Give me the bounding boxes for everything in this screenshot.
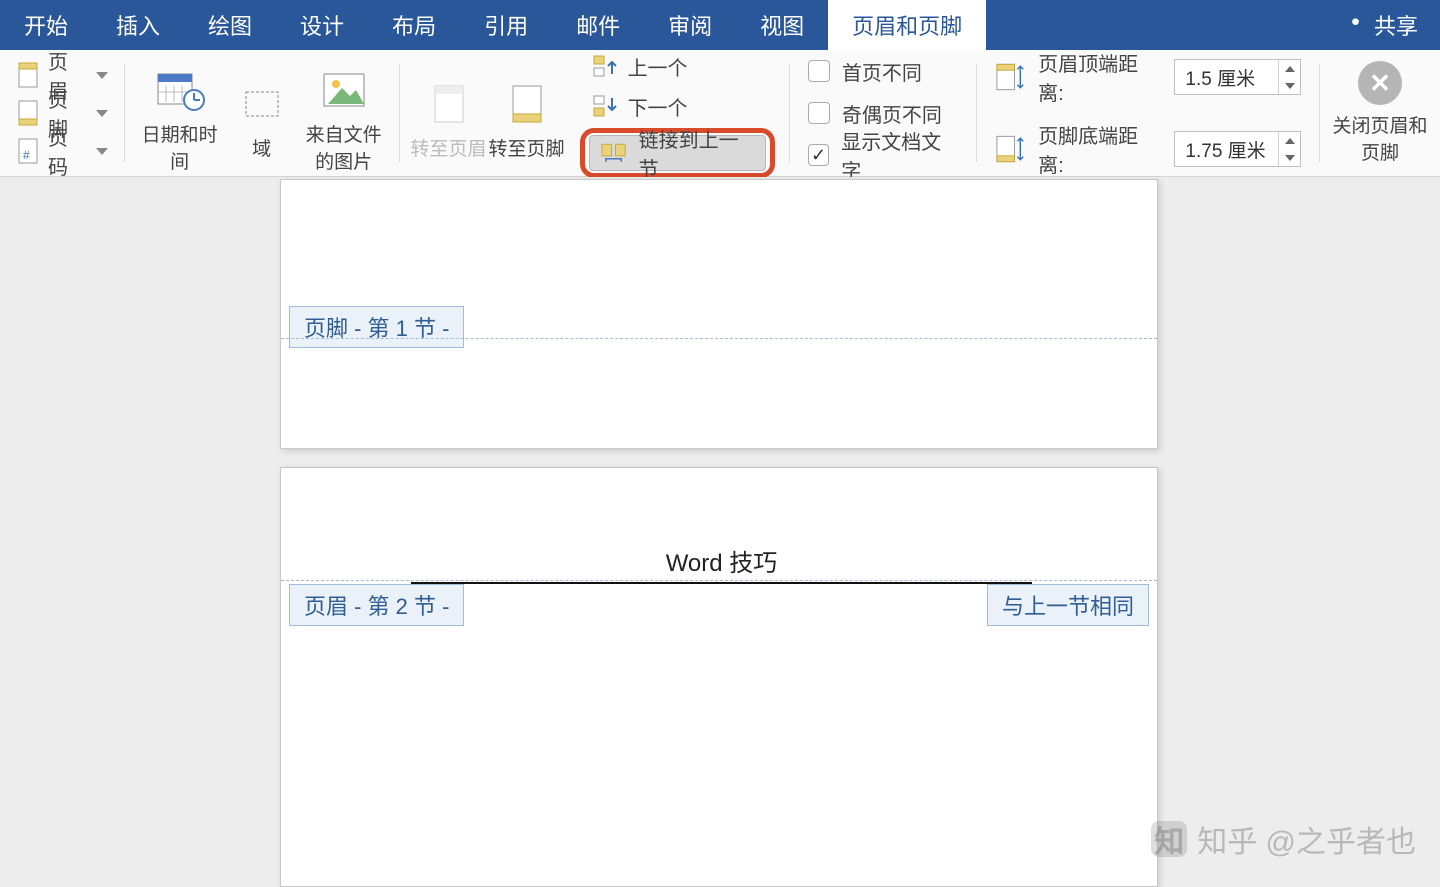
- footer-boundary: [281, 338, 1157, 339]
- footer-distance-input[interactable]: 1.75 厘米: [1174, 131, 1301, 167]
- header-distance-value: 1.5 厘米: [1175, 64, 1278, 91]
- tab-draw[interactable]: 绘图: [184, 0, 276, 50]
- tab-design[interactable]: 设计: [276, 0, 368, 50]
- diff-first-checkbox[interactable]: 首页不同: [808, 53, 958, 89]
- group-insert: 日期和时间 域 来自文件的图片: [125, 50, 399, 176]
- highlight-ring: 链接到上一节: [580, 128, 775, 178]
- document-area: 页脚 - 第 1 节 - Word 技巧 页眉 - 第 2 节 - 与上一节相同: [0, 177, 1440, 881]
- show-doctext-label: 显示文档文字: [841, 126, 958, 184]
- link-prev-icon: [600, 142, 629, 164]
- datetime-button[interactable]: 日期和时间: [135, 52, 225, 174]
- tab-references[interactable]: 引用: [460, 0, 552, 50]
- close-hf-button[interactable]: ✕ 关闭页眉和页脚: [1330, 61, 1430, 165]
- header-tag-section2: 页眉 - 第 2 节 -: [289, 584, 464, 626]
- next-icon: [590, 94, 618, 118]
- share-button[interactable]: 共享: [1348, 0, 1418, 50]
- group-hf: 页眉 页脚 # 页码: [0, 50, 124, 176]
- footer-icon: [16, 99, 40, 127]
- tab-layout[interactable]: 布局: [368, 0, 460, 50]
- diff-first-label: 首页不同: [842, 57, 922, 86]
- header-content[interactable]: Word 技巧: [411, 543, 1032, 584]
- group-goto: 转至页眉 转至页脚: [400, 50, 576, 176]
- spinner-arrows[interactable]: [1278, 60, 1300, 94]
- header-distance-label: 页眉顶端距离:: [1038, 48, 1160, 106]
- header-distance-input[interactable]: 1.5 厘米: [1174, 59, 1301, 95]
- prev-icon: [590, 54, 618, 78]
- goto-header-icon: [429, 82, 469, 126]
- tab-home[interactable]: 开始: [0, 0, 92, 50]
- pagenum-icon: #: [16, 137, 40, 165]
- show-doctext-checkbox[interactable]: ✓ 显示文档文字: [808, 137, 958, 173]
- footer-distance-icon: [995, 134, 1024, 164]
- field-label: 域: [252, 134, 271, 161]
- pagenum-label: 页码: [48, 122, 86, 180]
- datetime-icon: [154, 68, 206, 112]
- checkbox-checked-icon: ✓: [808, 144, 829, 166]
- picture-icon: [320, 70, 368, 110]
- next-label: 下一个: [628, 92, 688, 121]
- ribbon: 页眉 页脚 # 页码 日期和时间 域: [0, 50, 1440, 177]
- prev-label: 上一个: [628, 52, 688, 81]
- header-icon: [16, 61, 40, 89]
- goto-footer-button[interactable]: 转至页脚: [488, 66, 566, 161]
- tab-header-footer[interactable]: 页眉和页脚: [828, 0, 986, 50]
- checkbox-icon: [808, 60, 830, 82]
- field-icon: [240, 86, 284, 122]
- tab-insert[interactable]: 插入: [92, 0, 184, 50]
- checkbox-icon: [808, 102, 830, 124]
- diff-oddeven-label: 奇偶页不同: [842, 99, 942, 128]
- header-distance-icon: [995, 62, 1024, 92]
- spinner-arrows[interactable]: [1278, 132, 1300, 166]
- group-options: 首页不同 奇偶页不同 ✓ 显示文档文字: [790, 50, 976, 176]
- datetime-label: 日期和时间: [135, 120, 225, 174]
- pagenum-button[interactable]: # 页码: [10, 133, 114, 169]
- close-icon: ✕: [1358, 61, 1402, 105]
- tab-mailings[interactable]: 邮件: [552, 0, 644, 50]
- next-button[interactable]: 下一个: [580, 88, 775, 124]
- group-nav: 上一个 下一个 链接到上一节: [576, 50, 789, 176]
- dropdown-icon: [96, 110, 108, 117]
- link-prev-button[interactable]: 链接到上一节: [589, 135, 766, 171]
- svg-text:#: #: [23, 148, 30, 162]
- header-boundary: [281, 580, 1157, 581]
- page-1[interactable]: 页脚 - 第 1 节 -: [280, 179, 1158, 449]
- group-close: ✕ 关闭页眉和页脚: [1320, 50, 1440, 176]
- tab-strip: 开始 插入 绘图 设计 布局 引用 邮件 审阅 视图 页眉和页脚 共享: [0, 0, 1440, 50]
- footer-distance-label: 页脚底端距离:: [1038, 120, 1160, 178]
- share-label: 共享: [1374, 9, 1418, 41]
- tab-view[interactable]: 视图: [736, 0, 828, 50]
- group-position: 页眉顶端距离: 1.5 厘米 页脚底端距离: 1.75 厘米: [977, 50, 1319, 176]
- same-as-previous-tag: 与上一节相同: [987, 584, 1149, 626]
- prev-button[interactable]: 上一个: [580, 48, 775, 84]
- footer-distance-value: 1.75 厘米: [1175, 136, 1278, 163]
- goto-header-label: 转至页眉: [411, 134, 487, 161]
- picture-button[interactable]: 来自文件的图片: [299, 52, 389, 174]
- share-icon: [1348, 15, 1368, 35]
- dropdown-icon: [96, 72, 108, 79]
- link-prev-label: 链接到上一节: [639, 124, 755, 182]
- close-label: 关闭页眉和页脚: [1330, 111, 1430, 165]
- picture-label: 来自文件的图片: [299, 120, 389, 174]
- page-2[interactable]: Word 技巧 页眉 - 第 2 节 - 与上一节相同: [280, 467, 1158, 887]
- footer-tag-section1: 页脚 - 第 1 节 -: [289, 306, 464, 348]
- dropdown-icon: [96, 148, 108, 155]
- field-button[interactable]: 域: [229, 66, 295, 161]
- goto-footer-label: 转至页脚: [489, 134, 565, 161]
- tab-review[interactable]: 审阅: [644, 0, 736, 50]
- goto-footer-icon: [507, 82, 547, 126]
- goto-header-button: 转至页眉: [410, 66, 488, 161]
